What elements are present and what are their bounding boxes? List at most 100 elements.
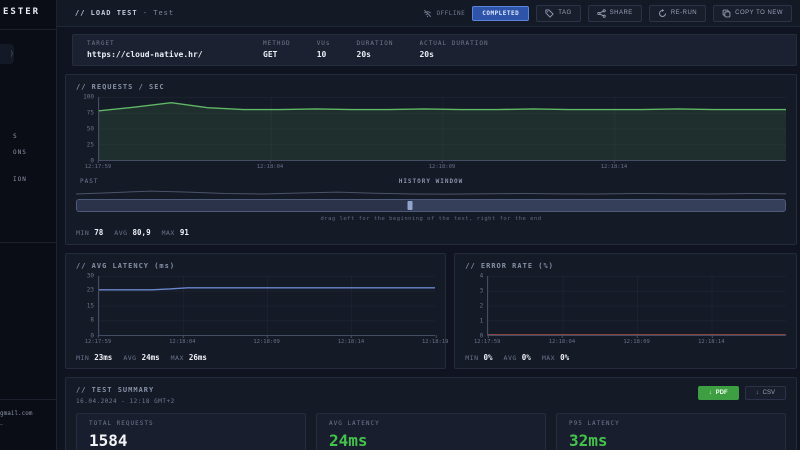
requests-x-axis: 12:17:59 12:18:04 12:18:09 12:18:14	[84, 160, 628, 170]
sidebar: ESTER ) S ONS ION gmail.com …	[0, 0, 57, 450]
error-avg-value: 0%	[521, 353, 531, 362]
main-area: // LOAD TEST - Test OFFLINE COMPLETED TA…	[57, 0, 800, 450]
error-chart-title: // ERROR RATE (%)	[465, 262, 554, 270]
rerun-icon	[658, 8, 667, 18]
error-stats: MIN 0% AVG 0% MAX 0%	[465, 353, 786, 362]
tag-icon	[545, 8, 554, 18]
history-window-label: HISTORY WINDOW	[398, 178, 464, 185]
pdf-button-label: PDF	[715, 390, 728, 396]
requests-chart-title: // REQUESTS / SEC	[76, 83, 165, 91]
share-icon	[596, 8, 606, 18]
summary-title: // TEST SUMMARY	[76, 386, 155, 394]
summary-date: 16.04.2024 - 12:18 GMT+2	[76, 398, 175, 405]
min-label: MIN	[465, 353, 479, 362]
summary-title-block: // TEST SUMMARY 16.04.2024 - 12:18 GMT+2	[76, 386, 175, 405]
total-requests-value: 1584	[89, 431, 128, 450]
page-title-prefix: // LOAD TEST	[75, 9, 138, 17]
summary-cards: TOTAL REQUESTS 1584 AVG LATENCY 24ms P95…	[76, 413, 786, 450]
offline-label: OFFLINE	[436, 9, 466, 17]
user-role-fragment: …	[0, 421, 4, 427]
max-label: MAX	[161, 228, 175, 237]
share-button-label: SHARE	[609, 10, 633, 16]
error-y-axis: 43210	[479, 272, 484, 340]
p95-latency-label: P95 LATENCY	[569, 420, 620, 427]
copy-to-new-button-label: COPY TO NEW	[735, 10, 783, 16]
avg-latency-label: AVG LATENCY	[329, 420, 380, 427]
sidebar-divider	[0, 242, 56, 243]
min-label: MIN	[76, 228, 90, 237]
history-slider-past-segment	[77, 200, 410, 211]
latency-line-series	[99, 276, 435, 335]
app-logo-fragment: ESTER	[3, 7, 41, 17]
avg-latency-card: AVG LATENCY 24ms	[316, 413, 546, 450]
actual-duration-header: ACTUAL DURATION	[419, 40, 489, 47]
avg-label: AVG	[503, 353, 517, 362]
method-value: GET	[263, 50, 278, 59]
copy-icon	[722, 9, 731, 18]
history-slider-hint: drag left for the beginning of the test,…	[320, 216, 542, 222]
copy-to-new-button[interactable]: COPY TO NEW	[713, 4, 792, 22]
download-csv-button[interactable]: ↓ CSV	[744, 386, 786, 400]
share-button[interactable]: SHARE	[587, 4, 642, 22]
latency-x-axis: 12:17:59 12:18:04 12:18:09 12:18:14 12:18:19	[84, 335, 449, 345]
error-max-value: 0%	[560, 353, 570, 362]
download-icon: ↓	[755, 390, 759, 396]
latency-max-value: 26ms	[188, 353, 207, 362]
error-min-value: 0%	[483, 353, 493, 362]
sidebar-divider	[0, 29, 56, 30]
error-rate-panel: // ERROR RATE (%) 43210 12:17:59 12:18:04…	[454, 253, 797, 369]
download-pdf-button[interactable]: ↓ PDF	[697, 386, 739, 400]
requests-min-value: 78	[94, 228, 104, 237]
status-badge: COMPLETED	[472, 5, 530, 21]
history-header: PAST HISTORY WINDOW	[76, 178, 786, 188]
history-slider-handle[interactable]	[407, 201, 413, 210]
requests-per-sec-panel: // REQUESTS / SEC 100 75 50 25 0 12:17:59 12:…	[65, 74, 797, 245]
history-sparkline	[76, 188, 786, 199]
summary-header: // TEST SUMMARY 16.04.2024 - 12:18 GMT+2…	[76, 386, 786, 405]
tag-button-label: TAG	[558, 10, 572, 16]
actual-duration-column: ACTUAL DURATION 20s	[419, 40, 488, 59]
sidebar-item-fragment-3[interactable]: ION	[13, 176, 27, 183]
rerun-button-label: RE-RUN	[670, 10, 698, 16]
vus-value: 10	[316, 50, 327, 59]
error-chart: 43210	[465, 272, 786, 340]
error-x-axis: 12:17:59 12:18:04 12:18:09 12:18:14	[474, 335, 725, 345]
offline-indicator: OFFLINE	[423, 9, 465, 18]
latency-plot-area	[98, 276, 436, 336]
vus-column: VUs 10	[317, 40, 331, 59]
p95-latency-value: 32ms	[569, 431, 608, 450]
requests-line-series	[99, 97, 786, 160]
summary-actions: ↓ PDF ↓ CSV	[697, 386, 786, 400]
target-value: https://cloud-native.hr/	[87, 50, 203, 59]
method-header: METHOD	[263, 40, 291, 47]
rerun-button[interactable]: RE-RUN	[648, 4, 707, 22]
error-plot-area	[487, 276, 786, 336]
requests-chart: 100 75 50 25 0	[76, 94, 786, 165]
sidebar-cutoff-chip[interactable]: )	[0, 44, 14, 64]
avg-label: AVG	[123, 353, 137, 362]
sidebar-item-fragment-1[interactable]: S	[13, 133, 18, 140]
avg-label: AVG	[114, 228, 128, 237]
tag-button[interactable]: TAG	[536, 4, 581, 22]
csv-button-label: CSV	[762, 390, 775, 396]
latency-stats: MIN 23ms AVG 24ms MAX 26ms	[76, 353, 435, 362]
test-summary-panel: // TEST SUMMARY 16.04.2024 - 12:18 GMT+2…	[65, 377, 797, 450]
target-header: TARGET	[87, 40, 115, 47]
requests-avg-value: 80,9	[132, 228, 151, 237]
sidebar-item-fragment-2[interactable]: ONS	[13, 149, 27, 156]
target-column: TARGET https://cloud-native.hr/	[87, 40, 237, 59]
duration-header: DURATION	[356, 40, 394, 47]
topbar-actions: OFFLINE COMPLETED TAG SHARE RE-RUN COPY …	[423, 4, 792, 22]
topbar: // LOAD TEST - Test OFFLINE COMPLETED TA…	[57, 0, 800, 27]
requests-stats: MIN 78 AVG 80,9 MAX 91	[76, 228, 786, 237]
max-label: MAX	[541, 353, 556, 362]
history-past-label: PAST	[80, 178, 99, 185]
latency-chart-title: // AVG LATENCY (ms)	[76, 262, 176, 270]
content: TARGET https://cloud-native.hr/ METHOD G…	[57, 27, 800, 450]
latency-chart: 30 23 15 8 0	[76, 273, 436, 340]
secondary-charts-row: // AVG LATENCY (ms) 30 23 15 8 0 12:17:59 12:…	[65, 245, 797, 369]
max-label: MAX	[170, 353, 184, 362]
requests-max-value: 91	[179, 228, 189, 237]
history-window-slider[interactable]	[76, 199, 786, 212]
vus-header: VUs	[316, 40, 331, 47]
